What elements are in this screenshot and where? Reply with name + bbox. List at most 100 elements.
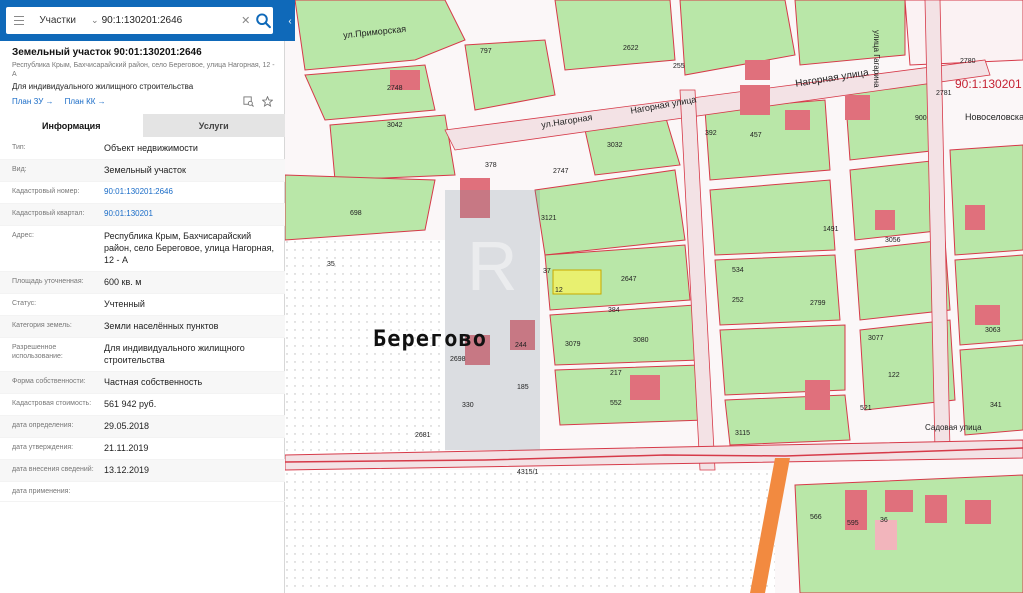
tool-icons (243, 96, 273, 107)
parcel-number: 3079 (565, 341, 581, 348)
attribute-row: Статус: Учтенный (0, 294, 285, 316)
parcel-number: 3063 (985, 327, 1001, 334)
parcel-number: 2622 (623, 45, 639, 52)
attribute-key: Вид: (12, 166, 27, 173)
parcel-number: 3121 (541, 215, 557, 222)
attribute-key: Адрес: (12, 232, 34, 239)
parcel-number: 330 (462, 402, 474, 409)
star-icon[interactable] (262, 96, 273, 107)
parcel-number: 185 (517, 384, 529, 391)
parcel-number: 4315/1 (517, 469, 539, 476)
parcel-number: 900 (915, 115, 927, 122)
parcel-number-labels: 2748 3042 378 698 2747 3032 3121 3079 30… (285, 0, 1023, 593)
attribute-row: Вид: Земельный участок (0, 160, 285, 182)
search-input[interactable] (101, 10, 238, 31)
attribute-row: Кадастровый квартал: 90:01:130201 (0, 204, 285, 226)
attribute-value: 561 942 руб. (104, 399, 157, 409)
attribute-key: дата утверждения: (12, 444, 74, 451)
parcel-number: 378 (485, 162, 497, 169)
attribute-key: Кадастровая стоимость: (12, 400, 92, 407)
search-type-select[interactable]: Участки (31, 15, 88, 26)
parcel-title: Земельный участок 90:01:130201:2646 (12, 47, 202, 58)
attribute-row: дата утверждения: 21.11.2019 (0, 438, 285, 460)
attribute-row: дата применения: (0, 482, 285, 502)
attribute-row: дата внесения сведений: 13.12.2019 (0, 460, 285, 482)
parcel-number: 12 (555, 287, 563, 294)
attribute-list: Тип: Объект недвижимости Вид: Земельный уч… (0, 138, 285, 502)
parcel-number: 3056 (885, 237, 901, 244)
attribute-value: Земли населённых пунктов (104, 321, 219, 331)
search-icon[interactable] (255, 12, 273, 30)
attribute-key: Форма собственности: (12, 378, 86, 385)
attribute-row: Кадастровый номер: 90:01:130201:2646 (0, 182, 285, 204)
attribute-key: Площадь уточненная: (12, 278, 84, 285)
plan-kk-link[interactable]: План КК → (65, 97, 106, 106)
attribute-row: Кадастровая стоимость: 561 942 руб. (0, 394, 285, 416)
parcel-number: 244 (515, 342, 527, 349)
attribute-row: Разрешенное использование: Для индивидуал… (0, 338, 285, 372)
attribute-key: Кадастровый квартал: (12, 210, 85, 217)
attribute-key: Категория земель: (12, 322, 72, 329)
zoom-to-icon[interactable] (243, 96, 254, 107)
attribute-row: Адрес: Республика Крым, Бахчисарайский ра… (0, 226, 285, 272)
attribute-key: Кадастровый номер: (12, 188, 80, 195)
attribute-row: Категория земель: Земли населённых пункто… (0, 316, 285, 338)
attribute-value: Республика Крым, Бахчисарайский район, с… (104, 231, 274, 265)
tab-bar: Информация Услуги (0, 114, 285, 137)
attribute-value: 13.12.2019 (104, 465, 150, 475)
close-icon[interactable]: ✕ (238, 14, 254, 27)
cadastral-quarter-link[interactable]: 90:01:130201 (104, 208, 274, 220)
parcel-number: 392 (705, 130, 717, 137)
attribute-value: 29.05.2018 (104, 421, 150, 431)
parcel-number: 37 (543, 268, 551, 275)
parcel-number: 566 (810, 514, 822, 521)
parcel-number: 534 (732, 267, 744, 274)
parcel-number: 2747 (553, 168, 569, 175)
attribute-key: Статус: (12, 300, 37, 307)
cadastral-number-link[interactable]: 90:01:130201:2646 (104, 186, 274, 198)
parcel-purpose: Для индивидуального жилищного строительс… (12, 82, 194, 91)
plan-zu-link[interactable]: План ЗУ → (12, 97, 54, 106)
attribute-value: Для индивидуального жилищного строительс… (104, 343, 245, 365)
parcel-number: 698 (350, 210, 362, 217)
parcel-number: 797 (480, 48, 492, 55)
parcel-number: 3115 (735, 430, 751, 437)
parcel-number: 217 (610, 370, 622, 377)
info-panel: Участки ⌄ ✕ ‹ Земельный участок 90:01:13… (0, 0, 295, 593)
parcel-number: 122 (888, 372, 900, 379)
parcel-number: 3042 (387, 122, 403, 129)
attribute-row: Форма собственности: Частная собственност… (0, 372, 285, 394)
plan-links: План ЗУ → План КК → (12, 97, 106, 106)
menu-icon[interactable] (6, 7, 31, 34)
parcel-number: 552 (610, 400, 622, 407)
parcel-number: 2681 (415, 432, 431, 439)
parcel-number: 36 (880, 517, 888, 524)
parcel-number: 2780 (960, 58, 976, 65)
attribute-value: 21.11.2019 (104, 443, 149, 453)
attribute-value: 600 кв. м (104, 277, 142, 287)
parcel-number: 1491 (823, 226, 839, 233)
attribute-value (104, 486, 274, 496)
parcel-number: 457 (750, 132, 762, 139)
attribute-key: дата определения: (12, 422, 74, 429)
attribute-row: Площадь уточненная: 600 кв. м (0, 272, 285, 294)
parcel-address: Республика Крым, Бахчисарайский район, с… (12, 62, 275, 78)
collapse-panel-icon[interactable]: ‹ (285, 8, 295, 34)
parcel-number: 2698 (450, 356, 466, 363)
attribute-row: дата определения: 29.05.2018 (0, 416, 285, 438)
search-box: Участки ⌄ ✕ (6, 7, 273, 34)
cadastral-map[interactable]: R Берегово 90:1:130201 ул.Приморская Наг… (285, 0, 1023, 593)
chevron-down-icon[interactable]: ⌄ (88, 15, 102, 26)
parcel-number: 35 (327, 261, 335, 268)
tab-information[interactable]: Информация (0, 114, 143, 137)
parcel-number: 252 (732, 297, 744, 304)
attribute-value: Земельный участок (104, 165, 186, 175)
attribute-row: Тип: Объект недвижимости (0, 138, 285, 160)
parcel-number: 2799 (810, 300, 826, 307)
attribute-key: дата применения: (12, 488, 71, 495)
attribute-value: Учтенный (104, 299, 145, 309)
parcel-number: 341 (990, 402, 1002, 409)
parcel-number: 2748 (387, 85, 403, 92)
tab-services[interactable]: Услуги (142, 114, 285, 137)
parcel-number: 521 (860, 405, 872, 412)
